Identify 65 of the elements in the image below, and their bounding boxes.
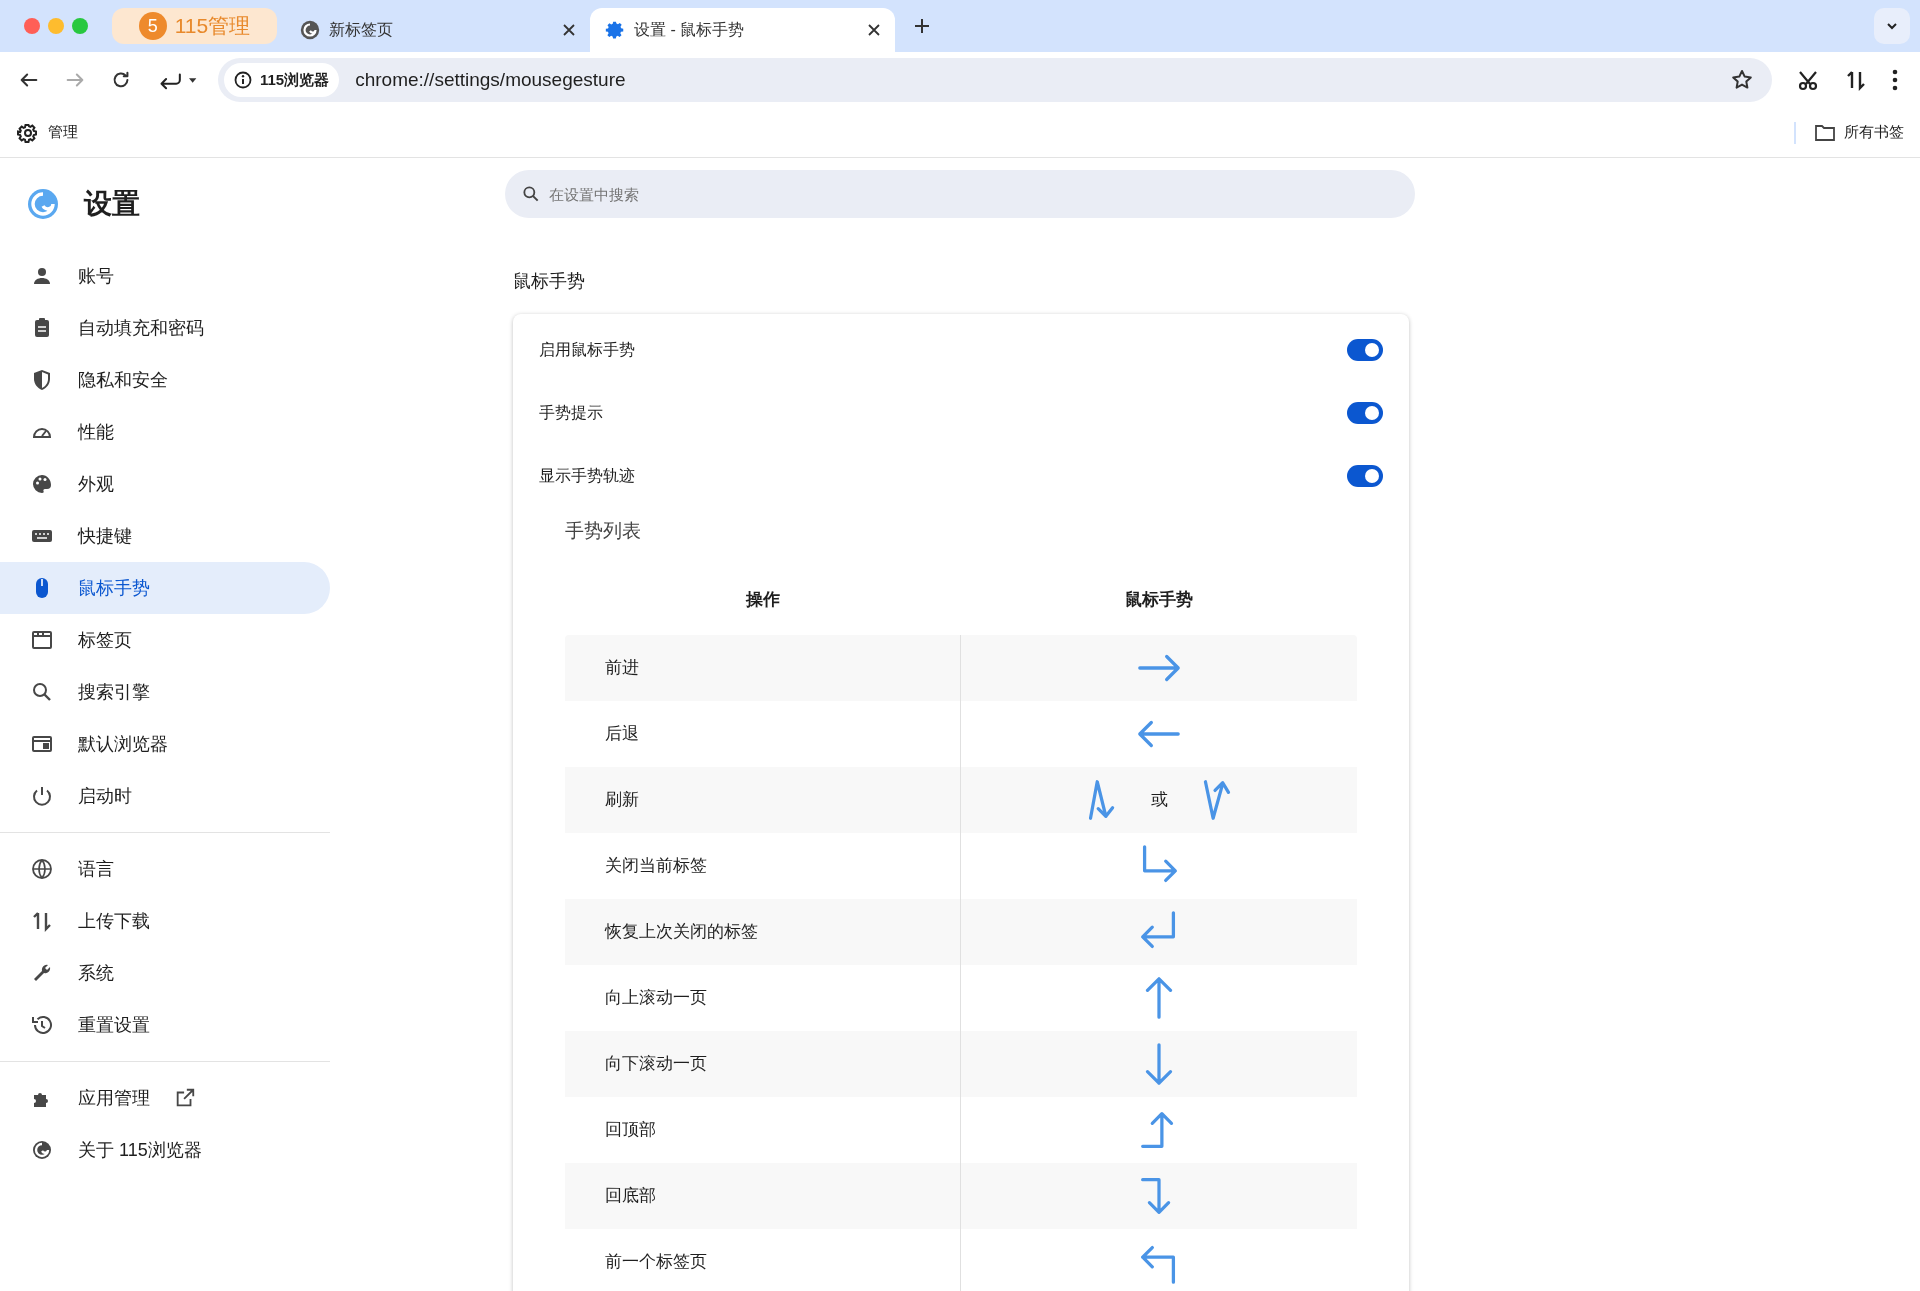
logo-icon [299,19,321,41]
bookmark-item[interactable]: 所有书签 [1814,121,1904,144]
tab[interactable]: 新标签页 [285,8,590,52]
close-icon[interactable] [562,23,576,37]
sidebar-item[interactable]: 标签页 [0,614,330,666]
sidebar-item[interactable]: 默认浏览器 [0,718,330,770]
logo-icon [30,1138,54,1162]
palette-icon [30,472,54,496]
sidebar-item[interactable]: 关于 115浏览器 [0,1124,330,1176]
table-cell-text: 回顶部 [605,1119,656,1142]
sidebar-item[interactable]: 上传下载 [0,895,330,947]
close-icon[interactable] [867,23,881,37]
toggle-switch[interactable] [1347,338,1383,361]
logo-icon [26,187,60,221]
table-cell-text: 向下滚动一页 [605,1053,707,1076]
bookmark-item[interactable]: 管理 [16,120,78,145]
table-cell-text: 或 [1150,789,1168,812]
table-cell-text: 刷新 [605,789,639,812]
settings-title: 设置 [84,187,140,221]
table-cell-text: 回底部 [605,1185,656,1208]
search-icon [521,184,541,204]
globe-icon [30,857,54,881]
table-cell-text: 向上滚动一页 [605,987,707,1010]
table-cell-text: 恢复上次关闭的标签 [605,921,758,944]
sidebar-item[interactable]: 快捷键 [0,510,330,562]
sidebar-item[interactable]: 自动填充和密码 [0,302,330,354]
new-tab-icon[interactable] [913,17,931,35]
sidebar-item[interactable]: 应用管理 [0,1072,330,1124]
external-link-icon[interactable] [174,1087,196,1109]
info-icon [234,71,252,89]
sidebar-item[interactable]: 搜索引擎 [0,666,330,718]
site-info-chip[interactable]: 115浏览器 [224,63,340,97]
column-header: 鼠标手势 [1125,589,1193,612]
toggle-switch[interactable] [1347,464,1383,487]
section-title: 鼠标手势 [513,270,586,293]
window-icon [30,628,54,652]
sidebar-item[interactable]: 启动时 [0,770,330,822]
sidebar-item[interactable]: 隐私和安全 [0,354,330,406]
table-cell-text: 前进 [605,657,639,680]
address-field[interactable]: chrome://settings/mousegesture [355,65,1714,95]
sidebar-item[interactable]: 账号 [0,250,330,302]
sidebar-item[interactable]: 鼠标手势 [0,562,330,614]
sidebar-item[interactable]: 语言 [0,843,330,895]
sidebar-item[interactable]: 性能 [0,406,330,458]
sidebar-item[interactable]: 重置设置 [0,999,330,1051]
list-title: 手势列表 [564,519,642,543]
sidebar-item[interactable]: 外观 [0,458,330,510]
logo-icon: 5 [138,12,167,40]
table-cell-text: 后退 [605,723,639,746]
toggle-switch[interactable] [1347,401,1383,424]
column-header: 操作 [746,589,780,612]
sidebar-item[interactable]: 系统 [0,947,330,999]
tab[interactable]: 设置 - 鼠标手势 [590,8,895,52]
folder-icon [1814,122,1836,143]
setting-label: 启用鼠标手势 [539,339,635,360]
power-icon [30,784,54,808]
gear-icon [604,19,626,41]
history-icon [30,1013,54,1037]
star-icon[interactable] [1730,68,1754,92]
search-field[interactable]: 在设置中搜索 [505,170,1415,218]
table-cell-text: 关闭当前标签 [605,855,707,878]
setting-label: 显示手势轨迹 [539,465,635,486]
setting-label: 手势提示 [539,402,603,423]
menu-icon[interactable] [1892,69,1898,91]
table-cell-text: 前一个标签页 [605,1251,707,1274]
